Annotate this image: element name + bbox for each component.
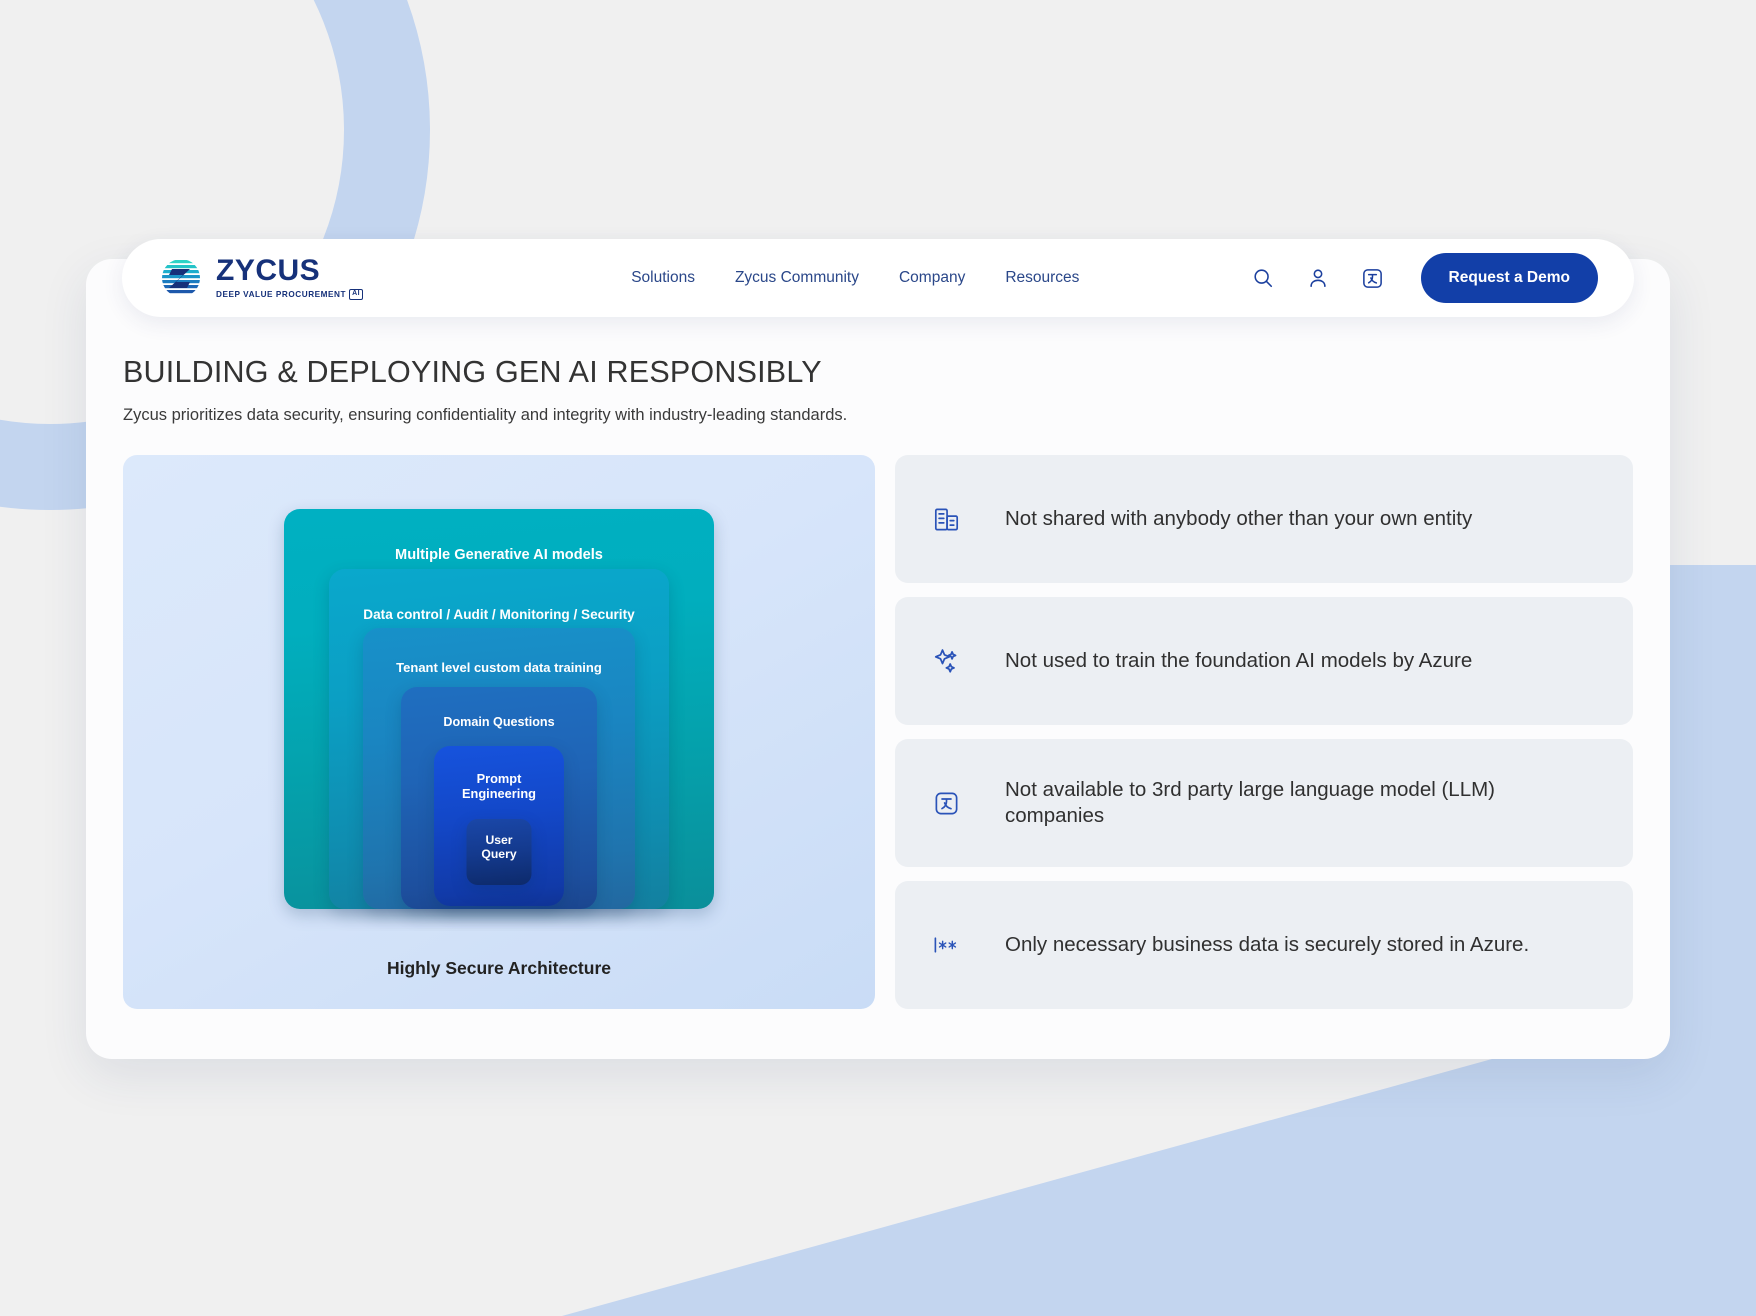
nav-item-zycus-community[interactable]: Zycus Community	[735, 269, 859, 287]
password-mask-icon	[931, 930, 961, 960]
request-demo-button[interactable]: Request a Demo	[1420, 253, 1598, 303]
building-icon	[931, 504, 961, 534]
user-account-icon[interactable]	[1305, 265, 1331, 291]
site-header: ZYCUS DEEP VALUE PROCUREMENT AI Solution…	[122, 239, 1634, 317]
logo-wordmark: ZYCUS	[216, 254, 321, 288]
feature-text: Not used to train the foundation AI mode…	[1005, 649, 1473, 673]
zycus-logo[interactable]: ZYCUS DEEP VALUE PROCUREMENT AI	[156, 254, 364, 300]
diagram-layer-label: Prompt Engineering	[462, 771, 536, 802]
logo-tagline-text: DEEP VALUE PROCUREMENT	[216, 290, 347, 299]
diagram-layer-label: Multiple Generative AI models	[395, 547, 603, 563]
feature-card: Not available to 3rd party large languag…	[895, 739, 1633, 867]
feature-text: Only necessary business data is securely…	[1005, 933, 1530, 957]
page-subtitle: Zycus prioritizes data security, ensurin…	[123, 406, 848, 424]
translate-icon	[931, 788, 961, 818]
zycus-logo-mark-icon	[156, 258, 206, 298]
diagram-layer-label: Domain Questions	[443, 715, 555, 729]
header-actions: Request a Demo	[1250, 253, 1598, 303]
nav-item-resources[interactable]: Resources	[1005, 269, 1079, 287]
feature-text: Not shared with anybody other than your …	[1005, 507, 1473, 531]
feature-text: Not available to 3rd party large languag…	[1005, 778, 1495, 827]
logo-ai-badge: AI	[349, 289, 364, 300]
feature-card: Not shared with anybody other than your …	[895, 455, 1633, 583]
primary-navigation: Solutions Zycus Community Company Resour…	[631, 269, 1079, 287]
nav-item-solutions[interactable]: Solutions	[631, 269, 695, 287]
translate-icon[interactable]	[1360, 265, 1386, 291]
sparkles-icon	[931, 646, 961, 676]
content-area: Multiple Generative AI models Data contr…	[123, 455, 1633, 1009]
logo-tagline: DEEP VALUE PROCUREMENT AI	[216, 289, 364, 300]
search-icon[interactable]	[1250, 265, 1276, 291]
diagram-layer-label: Tenant level custom data training	[396, 660, 602, 675]
nav-item-company[interactable]: Company	[899, 269, 965, 287]
architecture-diagram-panel: Multiple Generative AI models Data contr…	[123, 455, 875, 1009]
nested-layer-stack: Multiple Generative AI models Data contr…	[284, 509, 714, 909]
feature-card: Only necessary business data is securely…	[895, 881, 1633, 1009]
feature-card: Not used to train the foundation AI mode…	[895, 597, 1633, 725]
feature-card-list: Not shared with anybody other than your …	[895, 455, 1633, 1009]
page-card: ZYCUS DEEP VALUE PROCUREMENT AI Solution…	[86, 239, 1670, 1059]
diagram-caption: Highly Secure Architecture	[386, 958, 611, 978]
diagram-layer-user-query: User Query	[466, 819, 532, 885]
diagram-layer-label: User Query	[481, 833, 517, 862]
page-title: BUILDING & DEPLOYING GEN AI RESPONSIBLY	[123, 355, 822, 389]
diagram-layer-label: Data control / Audit / Monitoring / Secu…	[363, 607, 635, 622]
